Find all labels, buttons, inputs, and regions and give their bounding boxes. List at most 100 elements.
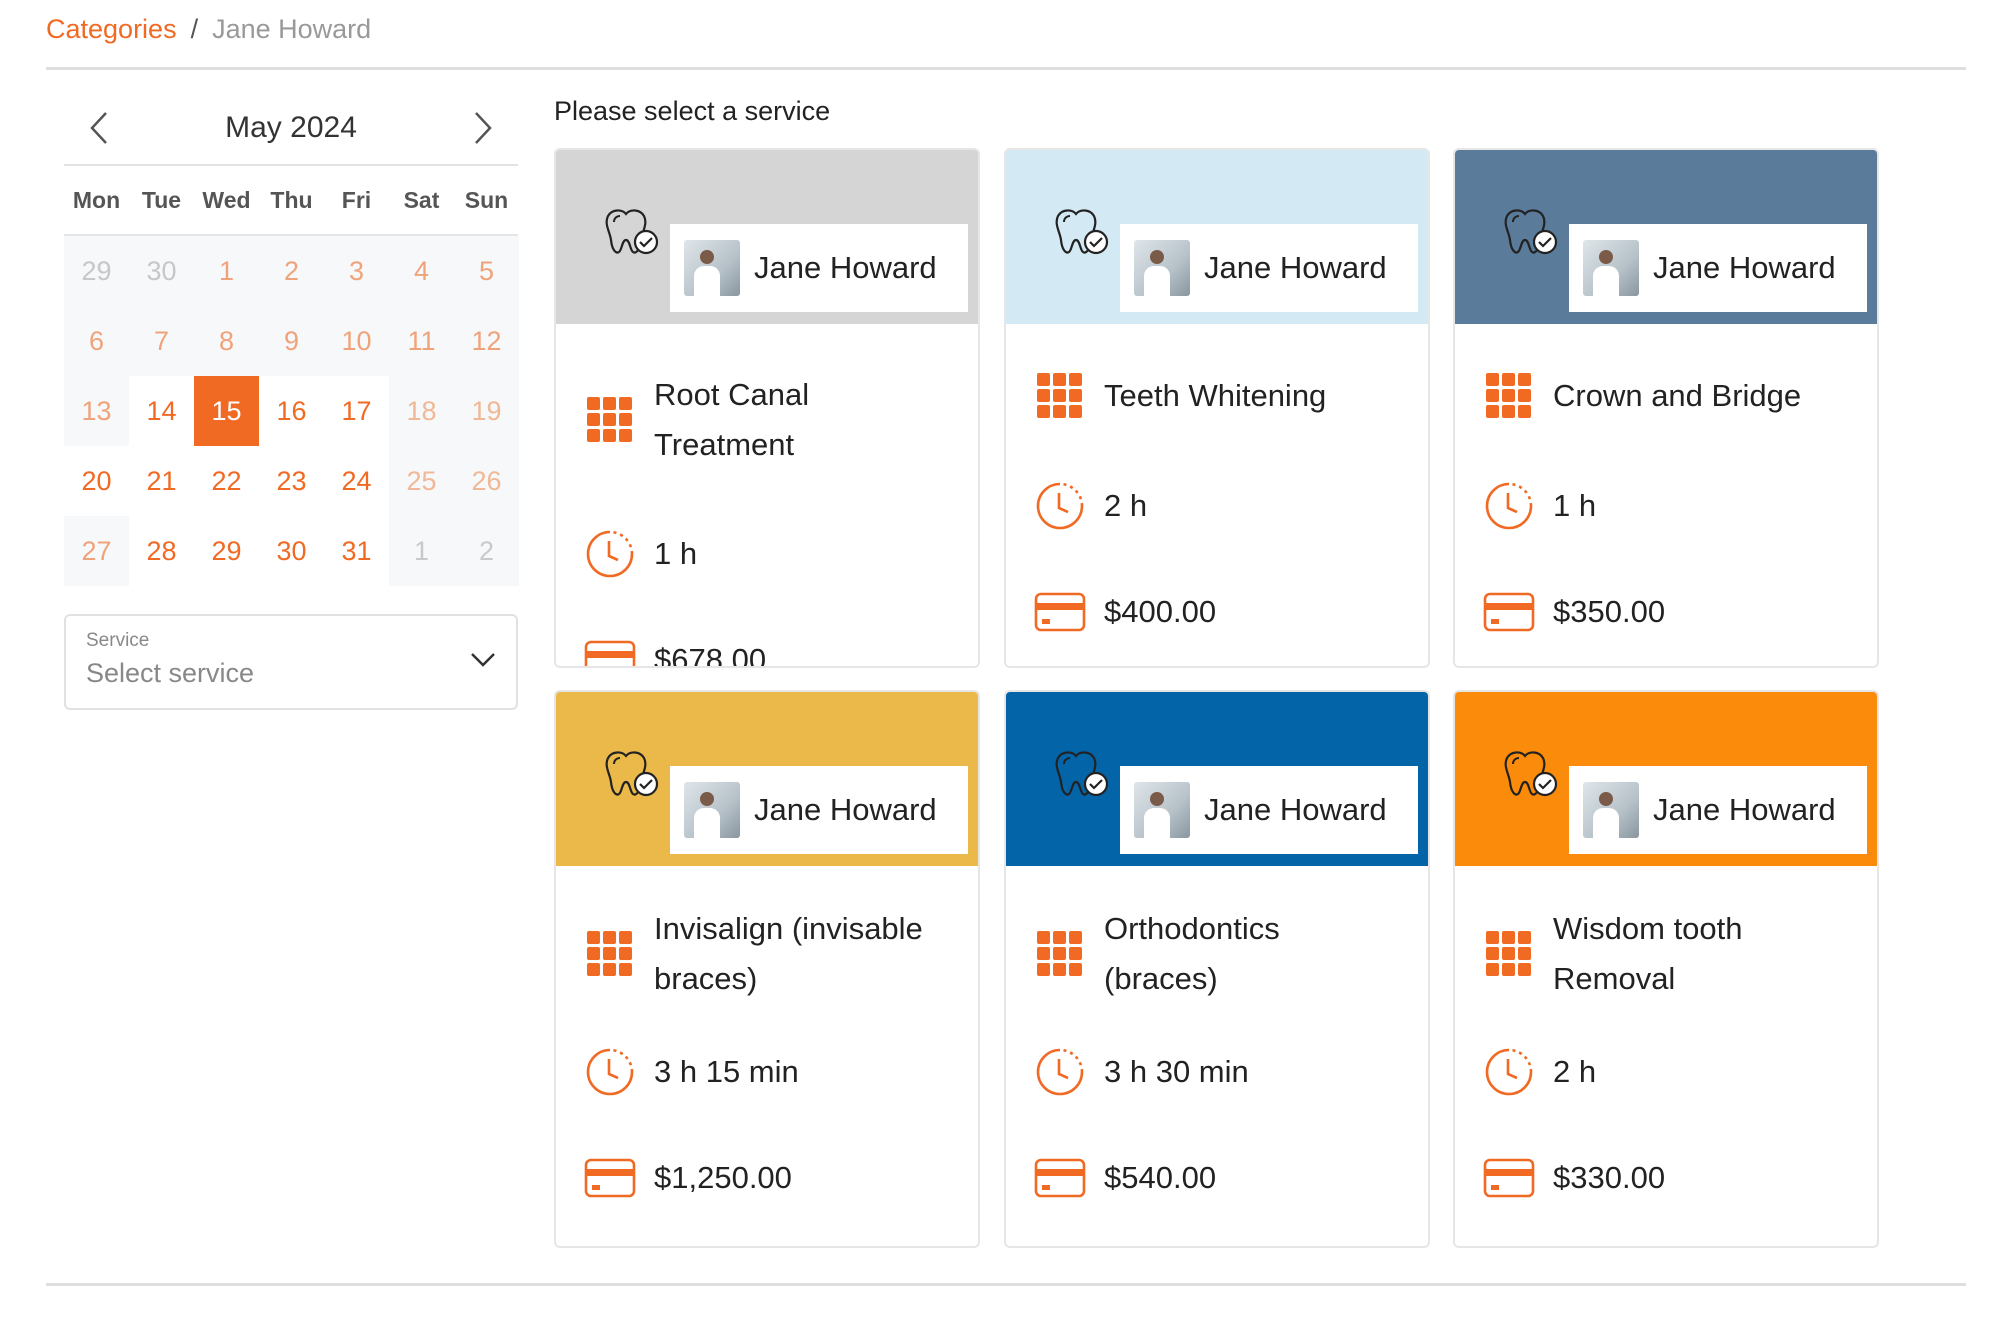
- tooth-icon: [602, 750, 660, 805]
- calendar-day[interactable]: 21: [129, 446, 194, 516]
- service-card[interactable]: Jane Howard Orthodontics (braces) 3 h 30 m…: [1004, 690, 1430, 1248]
- calendar-day[interactable]: 31: [324, 516, 389, 586]
- weekday-label: Sat: [403, 186, 440, 213]
- service-name: Orthodontics (braces): [1104, 911, 1280, 996]
- provider-badge: Jane Howard: [670, 224, 968, 312]
- avatar: [684, 240, 740, 296]
- credit-card-icon: [584, 1152, 636, 1204]
- service-duration: 2 h: [1553, 1054, 1597, 1089]
- service-select-label: Service: [86, 630, 150, 651]
- service-name-row: Invisalign (invisable braces): [584, 904, 950, 1004]
- weekday-label: Mon: [72, 186, 121, 213]
- service-card[interactable]: Jane Howard Crown and Bridge 1 h $350.00: [1453, 148, 1879, 668]
- price-row: $540.00: [1034, 1152, 1400, 1204]
- price-row: $678.00: [584, 634, 950, 666]
- service-card[interactable]: Jane Howard Invisalign (invisable braces)…: [554, 690, 980, 1248]
- calendar-day[interactable]: 5: [454, 236, 519, 306]
- service-price: $1,250.00: [654, 1160, 792, 1195]
- service-card-header: Jane Howard: [1006, 692, 1428, 866]
- service-name-row: Wisdom tooth Removal: [1483, 904, 1849, 1004]
- service-price: $540.00: [1104, 1160, 1217, 1195]
- calendar-day[interactable]: 30: [259, 516, 324, 586]
- calendar-day[interactable]: 13: [64, 376, 129, 446]
- duration-row: 1 h: [1483, 480, 1849, 532]
- calendar: May 2024 Mon Tue Wed Thu Fri Sat Sun 29 30 1 2 3 4 5…: [64, 92, 519, 586]
- service-duration: 1 h: [654, 536, 698, 571]
- service-duration: 1 h: [1553, 488, 1597, 523]
- breadcrumb-separator: /: [190, 14, 199, 44]
- service-card[interactable]: Jane Howard Wisdom tooth Removal 2 h $330.0…: [1453, 690, 1879, 1248]
- service-select[interactable]: Service Select service: [64, 614, 518, 710]
- calendar-day[interactable]: 9: [259, 306, 324, 376]
- service-duration: 3 h 30 min: [1104, 1054, 1249, 1089]
- grid-icon: [584, 394, 636, 446]
- avatar: [1134, 782, 1190, 838]
- calendar-day[interactable]: 10: [324, 306, 389, 376]
- price-row: $1,250.00: [584, 1152, 950, 1204]
- calendar-day[interactable]: 19: [454, 376, 519, 446]
- calendar-day[interactable]: 1: [389, 516, 454, 586]
- calendar-day[interactable]: 2: [259, 236, 324, 306]
- grid-icon: [1034, 928, 1086, 980]
- chevron-right-icon: [475, 112, 492, 144]
- calendar-day[interactable]: 6: [64, 306, 129, 376]
- chevron-down-icon: [471, 653, 495, 667]
- service-price: $400.00: [1104, 594, 1217, 629]
- duration-row: 1 h: [584, 528, 950, 580]
- provider-badge: Jane Howard: [1569, 766, 1867, 854]
- calendar-day[interactable]: 17: [324, 376, 389, 446]
- calendar-day[interactable]: 7: [129, 306, 194, 376]
- service-card[interactable]: Jane Howard Root Canal Treatment 1 h $678.0…: [554, 148, 980, 668]
- service-card[interactable]: Jane Howard Teeth Whitening 2 h $400.00: [1004, 148, 1430, 668]
- calendar-day[interactable]: 14: [129, 376, 194, 446]
- tooth-icon: [1501, 208, 1559, 263]
- service-card-header: Jane Howard: [1455, 692, 1877, 866]
- calendar-day[interactable]: 29: [194, 516, 259, 586]
- service-name: Wisdom tooth Removal: [1553, 911, 1743, 996]
- weekday-label: Tue: [141, 186, 182, 213]
- price-row: $350.00: [1483, 586, 1849, 638]
- weekday-label: Fri: [341, 186, 372, 213]
- calendar-day[interactable]: 3: [324, 236, 389, 306]
- service-card-body: Root Canal Treatment 1 h $678.00: [556, 370, 978, 666]
- provider-name: Jane Howard: [1653, 250, 1836, 285]
- clock-icon: [584, 528, 636, 580]
- calendar-day[interactable]: 29: [64, 236, 129, 306]
- calendar-day[interactable]: 18: [389, 376, 454, 446]
- calendar-day[interactable]: 1: [194, 236, 259, 306]
- calendar-day[interactable]: 2: [454, 516, 519, 586]
- clock-icon: [1034, 480, 1086, 532]
- provider-badge: Jane Howard: [1120, 766, 1418, 854]
- weekday-label: Sun: [464, 186, 509, 213]
- breadcrumb-categories-link[interactable]: Categories: [46, 14, 177, 45]
- provider-name: Jane Howard: [1204, 792, 1387, 827]
- tooth-icon: [1052, 750, 1110, 805]
- calendar-day[interactable]: 30: [129, 236, 194, 306]
- calendar-day[interactable]: 11: [389, 306, 454, 376]
- calendar-day[interactable]: 16: [259, 376, 324, 446]
- grid-icon: [584, 928, 636, 980]
- calendar-day[interactable]: 20: [64, 446, 129, 516]
- calendar-day[interactable]: 12: [454, 306, 519, 376]
- clock-icon: [1483, 1046, 1535, 1098]
- service-name: Teeth Whitening: [1104, 378, 1327, 413]
- grid-icon: [1483, 928, 1535, 980]
- prev-month-button[interactable]: [64, 98, 134, 158]
- service-card-body: Orthodontics (braces) 3 h 30 min $540.00: [1006, 904, 1428, 1204]
- duration-row: 3 h 30 min: [1034, 1046, 1400, 1098]
- calendar-day[interactable]: 27: [64, 516, 129, 586]
- calendar-day[interactable]: 23: [259, 446, 324, 516]
- calendar-day[interactable]: 22: [194, 446, 259, 516]
- service-name-row: Teeth Whitening: [1034, 370, 1400, 422]
- calendar-day[interactable]: 4: [389, 236, 454, 306]
- calendar-day[interactable]: 24: [324, 446, 389, 516]
- service-card-header: Jane Howard: [1006, 150, 1428, 324]
- clock-icon: [1034, 1046, 1086, 1098]
- calendar-day[interactable]: 26: [454, 446, 519, 516]
- calendar-day-selected[interactable]: 15: [194, 376, 259, 446]
- next-month-button[interactable]: [448, 98, 518, 158]
- duration-row: 3 h 15 min: [584, 1046, 950, 1098]
- calendar-day[interactable]: 25: [389, 446, 454, 516]
- calendar-day[interactable]: 8: [194, 306, 259, 376]
- calendar-day[interactable]: 28: [129, 516, 194, 586]
